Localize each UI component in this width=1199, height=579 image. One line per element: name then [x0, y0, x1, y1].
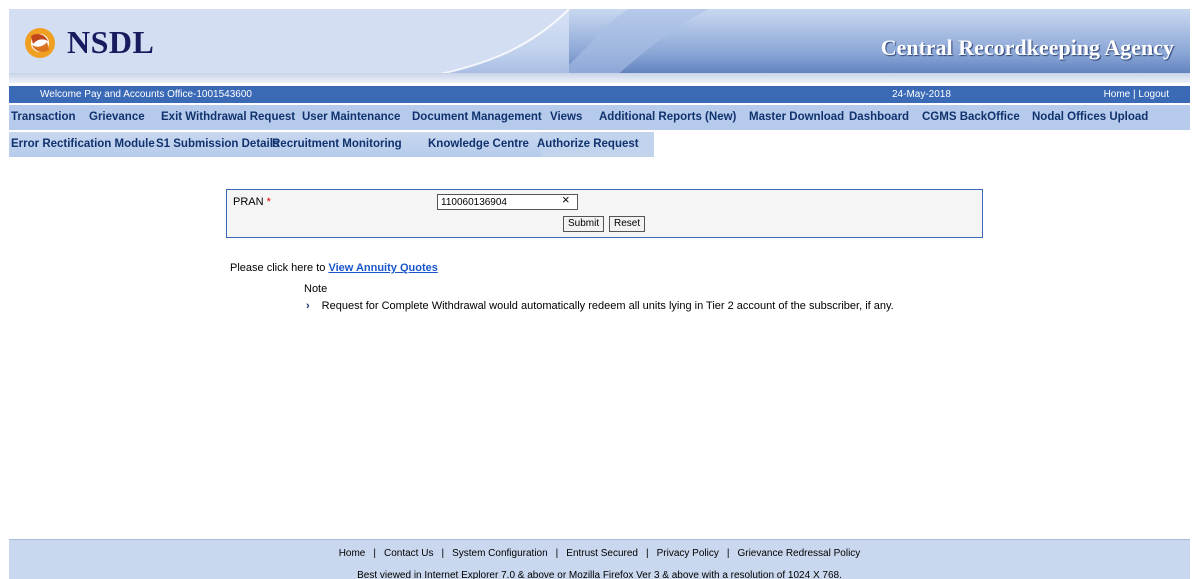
- menu-views[interactable]: Views: [550, 111, 582, 123]
- menu-nodal-offices-upload[interactable]: Nodal Offices Upload: [1032, 111, 1148, 123]
- note-text: Request for Complete Withdrawal would au…: [321, 300, 894, 312]
- menu-transaction[interactable]: Transaction: [11, 111, 76, 123]
- page-frame: NSDL Central Recordkeeping Agency Welcom…: [9, 9, 1190, 579]
- menu-exit-withdrawal-request[interactable]: Exit Withdrawal Request: [161, 111, 295, 123]
- header-banner: NSDL Central Recordkeeping Agency: [9, 9, 1190, 83]
- menu-user-maintenance[interactable]: User Maintenance: [302, 111, 400, 123]
- footer-separator: |: [555, 548, 559, 559]
- footer-home-link[interactable]: Home: [339, 548, 366, 559]
- annuity-line: Please click here to View Annuity Quotes: [230, 262, 438, 274]
- logo-text: NSDL: [67, 24, 155, 60]
- footer-separator: |: [646, 548, 649, 559]
- menu-dashboard[interactable]: Dashboard: [849, 111, 909, 123]
- top-links: Home | Logout: [1104, 89, 1169, 100]
- reset-button[interactable]: Reset: [609, 216, 646, 232]
- menu-s1-submission-details[interactable]: S1 Submission Details: [156, 138, 279, 150]
- required-marker: *: [266, 196, 271, 208]
- chevron-right-icon: ›: [306, 300, 310, 312]
- footer-separator: |: [726, 548, 730, 559]
- note-item: › Request for Complete Withdrawal would a…: [306, 300, 894, 312]
- welcome-text: Welcome Pay and Accounts Office-10015436…: [40, 89, 252, 100]
- banner-bottom-strip: [9, 73, 1190, 83]
- clear-icon[interactable]: ×: [562, 192, 570, 207]
- view-annuity-quotes-link[interactable]: View Annuity Quotes: [328, 262, 437, 274]
- pran-form: PRAN * × Submit Reset: [226, 189, 983, 238]
- main-menu-row-1: Transaction Grievance Exit Withdrawal Re…: [9, 105, 1190, 130]
- current-date: 24-May-2018: [892, 89, 951, 100]
- pran-input[interactable]: [437, 194, 578, 210]
- menu-additional-reports[interactable]: Additional Reports (New): [599, 111, 736, 123]
- menu-authorize-request[interactable]: Authorize Request: [537, 138, 639, 150]
- footer: Home | Contact Us | System Configuration | Ent…: [9, 539, 1190, 579]
- pran-label-text: PRAN: [233, 196, 264, 208]
- best-viewed-note: Best viewed in Internet Explorer 7.0 & a…: [357, 570, 842, 579]
- footer-entrust-secured-link[interactable]: Entrust Secured: [566, 548, 638, 559]
- home-link[interactable]: Home: [1104, 89, 1131, 100]
- annuity-prefix: Please click here to: [230, 262, 329, 274]
- menu-cgms-backoffice[interactable]: CGMS BackOffice: [922, 111, 1020, 123]
- main-menu-row-2: Error Rectification Module S1 Submission…: [9, 132, 1190, 157]
- footer-system-configuration-link[interactable]: System Configuration: [452, 548, 548, 559]
- menu-document-management[interactable]: Document Management: [412, 111, 542, 123]
- note-title: Note: [304, 283, 328, 295]
- footer-contact-us-link[interactable]: Contact Us: [384, 548, 433, 559]
- menu-master-download[interactable]: Master Download: [749, 111, 844, 123]
- menu-row-fill: [654, 132, 1190, 157]
- menu-grievance[interactable]: Grievance: [89, 111, 145, 123]
- footer-grievance-redressal-link[interactable]: Grievance Redressal Policy: [737, 548, 860, 559]
- footer-separator: |: [373, 548, 376, 559]
- pran-label: PRAN *: [233, 196, 271, 208]
- agency-title: Central Recordkeeping Agency: [880, 35, 1174, 60]
- nsdl-logo-icon: [25, 27, 55, 58]
- welcome-bar: Welcome Pay and Accounts Office-10015436…: [9, 86, 1190, 103]
- footer-privacy-policy-link[interactable]: Privacy Policy: [657, 548, 719, 559]
- footer-separator: |: [441, 548, 445, 559]
- menu-error-rectification[interactable]: Error Rectification Module: [11, 138, 155, 150]
- nsdl-logo[interactable]: NSDL: [23, 24, 154, 61]
- menu-recruitment-monitoring[interactable]: Recruitment Monitoring: [272, 138, 402, 150]
- footer-links: Home | Contact Us | System Configuration | Ent…: [9, 548, 1190, 559]
- logout-link[interactable]: Logout: [1138, 89, 1169, 100]
- menu-knowledge-centre[interactable]: Knowledge Centre: [428, 138, 529, 150]
- submit-button[interactable]: Submit: [563, 216, 605, 232]
